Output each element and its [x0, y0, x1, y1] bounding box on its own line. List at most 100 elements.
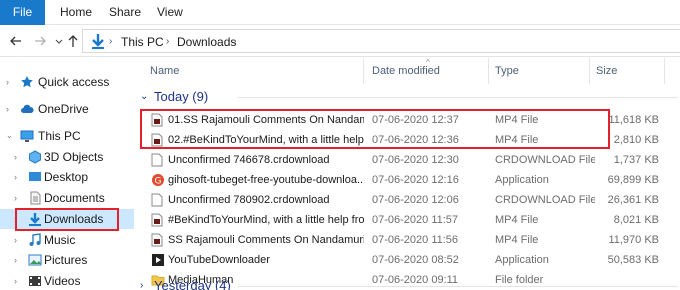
breadcrumb-downloads[interactable]: Downloads: [177, 34, 236, 50]
file-date: 07-06-2020 11:57: [372, 214, 459, 226]
pictures-icon: [28, 254, 42, 266]
chevron-right-icon[interactable]: ›: [6, 76, 9, 88]
app-g-icon: G: [152, 174, 164, 187]
file-date: 07-06-2020 12:16: [372, 174, 459, 186]
group-label: Yesterday (4): [154, 278, 231, 290]
videos-icon: [29, 276, 41, 286]
group-header-today[interactable]: ⌄ Today (9): [138, 87, 678, 107]
sidebar-item-label: This PC: [38, 129, 81, 143]
file-size: 1,737 KB: [613, 154, 659, 166]
sidebar-item-desktop[interactable]: › Desktop: [0, 167, 134, 187]
breadcrumb-separator: ›: [233, 36, 237, 47]
address-bar-row: › This PC › Downloads ›: [0, 25, 680, 57]
downloads-highlight-box: [15, 208, 119, 231]
chevron-right-icon[interactable]: ›: [14, 254, 17, 266]
sidebar-item-3d-objects[interactable]: › 3D Objects: [0, 147, 134, 167]
list-item[interactable]: G gihosoft-tubeget-free-youtube-downloa.…: [134, 170, 680, 190]
column-header-type[interactable]: Type: [495, 58, 519, 84]
file-size: 50,583 KB: [607, 254, 659, 266]
chevron-down-icon[interactable]: ⌄: [6, 130, 13, 142]
chevron-right-icon[interactable]: ›: [14, 171, 17, 183]
address-bar[interactable]: › This PC › Downloads ›: [82, 29, 680, 53]
file-size: 8,021 KB: [613, 214, 659, 226]
breadcrumb-separator: ›: [166, 36, 170, 47]
list-item[interactable]: Unconfirmed 780902.crdownload 07-06-2020…: [134, 190, 680, 210]
video-file-icon: [151, 213, 163, 227]
tab-share[interactable]: Share: [109, 0, 141, 25]
back-arrow-icon[interactable]: [8, 33, 24, 49]
cloud-icon: [21, 104, 34, 113]
sidebar-item-quick-access[interactable]: › Quick access: [0, 72, 134, 92]
music-icon: [29, 233, 41, 246]
column-divider[interactable]: [363, 58, 364, 84]
computer-icon: [20, 130, 34, 142]
chevron-right-icon[interactable]: ›: [14, 192, 17, 204]
document-icon: [30, 191, 41, 205]
ribbon-tabs: File Home Share View: [0, 0, 680, 25]
column-header-date-modified[interactable]: Date modified: [372, 58, 440, 84]
column-header-size[interactable]: Size: [596, 58, 617, 84]
forward-arrow-icon[interactable]: [32, 33, 48, 49]
file-date: 07-06-2020 12:30: [372, 154, 459, 166]
file-size: 26,361 KB: [607, 194, 659, 206]
file-list: Name ^ Date modified Type Size ⌄ Today (…: [134, 58, 680, 290]
file-size: 69,899 KB: [607, 174, 659, 186]
download-arrow-icon: [92, 34, 104, 49]
up-arrow-icon[interactable]: [66, 33, 80, 49]
breadcrumb-separator: ›: [109, 36, 113, 47]
cube-icon: [29, 150, 41, 164]
column-divider[interactable]: [664, 58, 665, 84]
chevron-down-icon[interactable]: ⌄: [140, 89, 148, 105]
file-name: Unconfirmed 746678.crdownload: [168, 154, 330, 166]
group-divider: [238, 286, 678, 287]
sidebar-item-label: Music: [44, 233, 76, 247]
list-item[interactable]: Unconfirmed 746678.crdownload 07-06-2020…: [134, 150, 680, 170]
file-type: Application: [495, 254, 549, 266]
chevron-right-icon[interactable]: ›: [14, 234, 17, 246]
file-date: 07-06-2020 12:06: [372, 194, 459, 206]
group-header-yesterday-label[interactable]: › Yesterday (4): [138, 276, 678, 290]
sidebar-item-documents[interactable]: › Documents: [0, 188, 134, 208]
group-label: Today (9): [154, 89, 209, 104]
blank-file-icon: [151, 153, 163, 167]
file-type: CRDOWNLOAD File: [495, 194, 595, 206]
list-item[interactable]: #BeKindToYourMind, with a little help fr…: [134, 210, 680, 230]
list-item[interactable]: YouTubeDownloader 07-06-2020 08:52 Appli…: [134, 250, 680, 270]
group-divider: [238, 97, 678, 98]
file-type: CRDOWNLOAD File: [495, 154, 595, 166]
list-item[interactable]: SS Rajamouli Comments On Nandamuri ... 0…: [134, 230, 680, 250]
svg-text:G: G: [155, 177, 162, 187]
column-divider[interactable]: [589, 58, 590, 84]
sidebar-item-label: Pictures: [44, 253, 88, 267]
navigation-pane: › Quick access › OneDrive ⌄ This PC › 3D…: [0, 58, 134, 290]
sidebar-item-label: Desktop: [44, 170, 89, 184]
recent-locations-chevron-icon[interactable]: [54, 33, 64, 49]
sidebar-item-pictures[interactable]: › Pictures: [0, 250, 134, 270]
sidebar-item-this-pc[interactable]: ⌄ This PC: [0, 126, 134, 146]
file-name: gihosoft-tubeget-free-youtube-downloa...: [168, 174, 364, 186]
chevron-right-icon[interactable]: ›: [6, 103, 9, 115]
desktop-icon: [29, 172, 41, 181]
file-name: #BeKindToYourMind, with a little help fr…: [168, 214, 364, 226]
column-divider[interactable]: [488, 58, 489, 84]
tab-home[interactable]: Home: [60, 0, 92, 25]
sidebar-item-videos[interactable]: › Videos: [0, 271, 134, 290]
sidebar-item-onedrive[interactable]: › OneDrive: [0, 99, 134, 119]
tab-file[interactable]: File: [0, 0, 45, 25]
chevron-right-icon[interactable]: ›: [14, 275, 17, 287]
breadcrumb-this-pc[interactable]: This PC: [121, 34, 164, 50]
video-file-icon: [151, 233, 163, 247]
app-youtube-icon: [152, 254, 164, 266]
sidebar-item-label: Documents: [44, 191, 105, 205]
file-name: Unconfirmed 780902.crdownload: [168, 194, 330, 206]
chevron-right-icon[interactable]: ›: [140, 278, 143, 290]
file-type: MP4 File: [495, 234, 539, 246]
file-name: SS Rajamouli Comments On Nandamuri ...: [168, 234, 364, 246]
sidebar-item-label: Quick access: [38, 75, 110, 89]
column-header-name[interactable]: Name: [150, 58, 179, 84]
chevron-right-icon[interactable]: ›: [14, 151, 17, 163]
tab-view[interactable]: View: [157, 0, 183, 25]
sidebar-item-label: OneDrive: [38, 102, 89, 116]
file-date: 07-06-2020 11:56: [372, 234, 459, 246]
sidebar-item-music[interactable]: › Music: [0, 230, 134, 250]
